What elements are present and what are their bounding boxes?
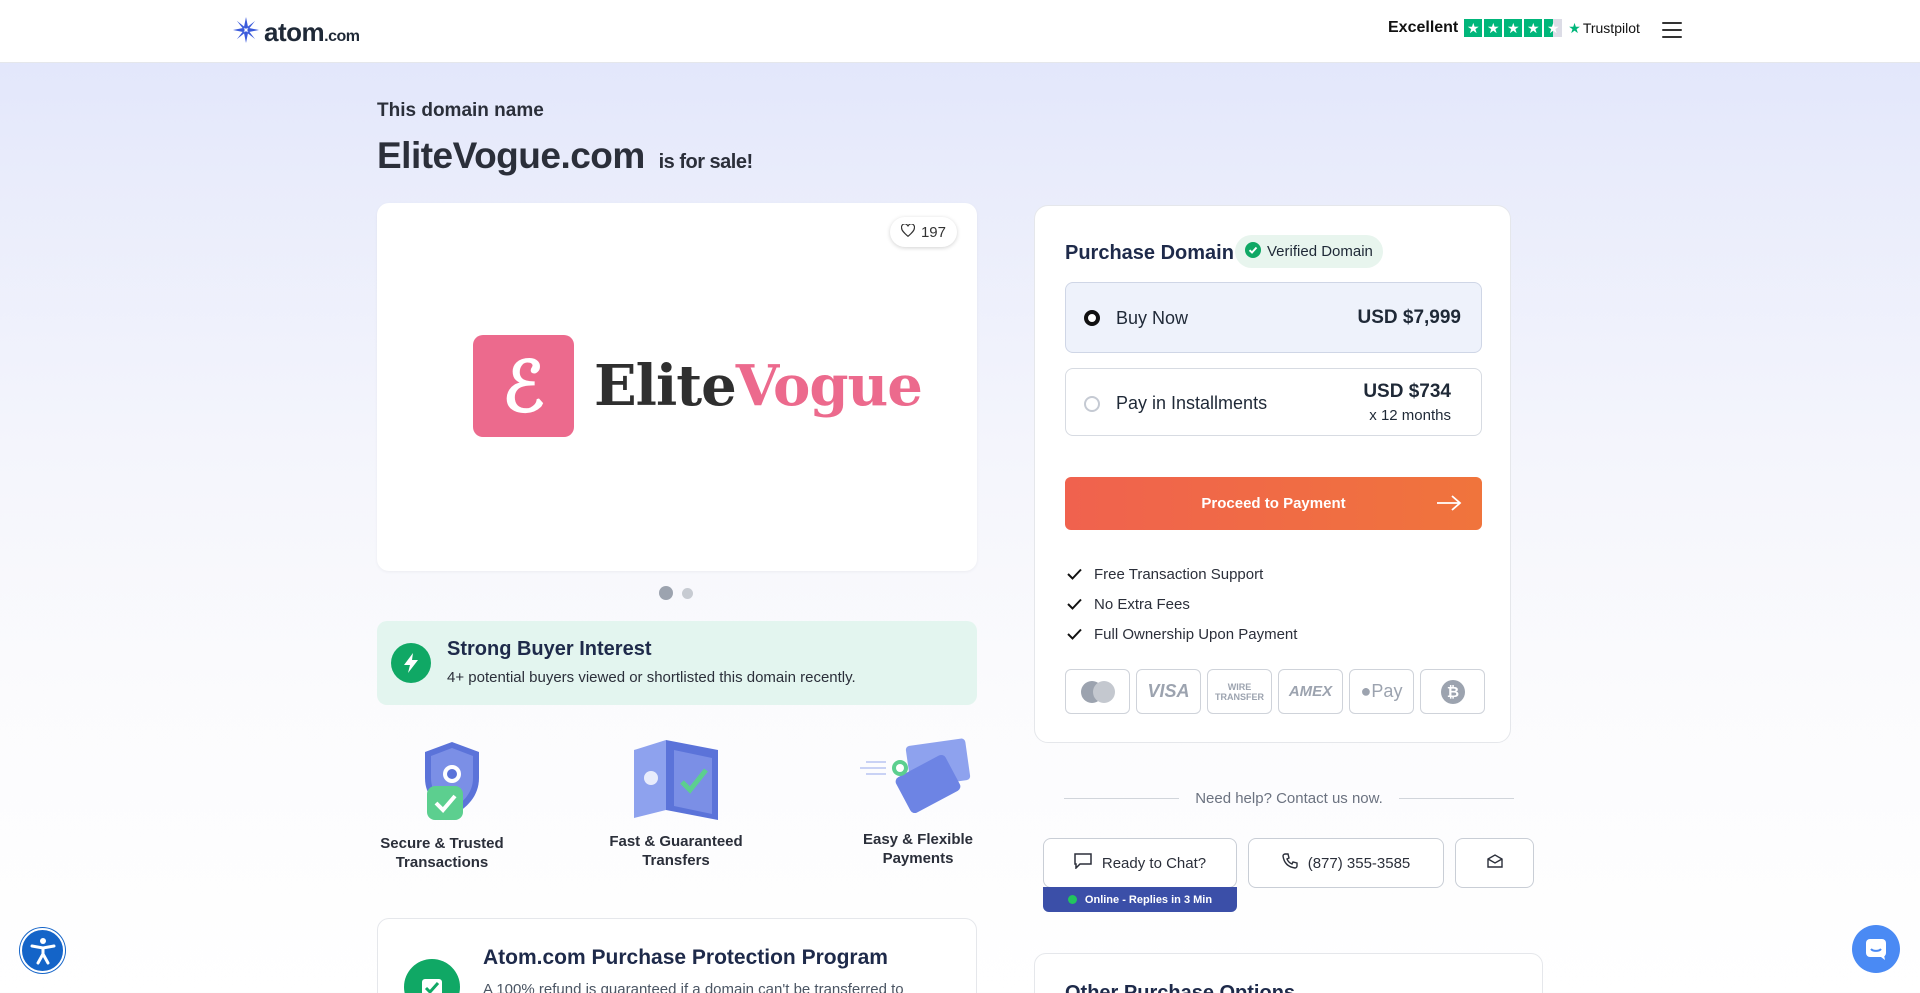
feature-secure-line2: Transactions [395,854,489,871]
benefit-item: Full Ownership Upon Payment [1067,619,1297,649]
help-divider: Need help? Contact us now. [1064,790,1514,807]
check-icon [1067,598,1082,610]
feature-flexible-line2: Payments [882,850,954,867]
installments-term: x 12 months [1369,407,1451,424]
feature-fast-line1: Fast & Guaranteed [609,833,743,850]
carousel-dots [659,586,693,600]
hamburger-menu-icon[interactable] [1662,22,1682,38]
arrow-right-icon [1436,493,1462,517]
feature-flexible: Easy & Flexible Payments [852,738,984,868]
lightning-icon [391,643,431,683]
buy-now-label: Buy Now [1116,308,1189,328]
heart-icon [900,222,915,241]
option-buy-now[interactable]: Buy Now USD $7,999 [1065,282,1482,353]
buy-now-radio[interactable] [1084,310,1100,326]
interest-text: 4+ potential buyers viewed or shortliste… [447,669,856,686]
installments-label: Pay in Installments [1116,393,1268,413]
star-icon: ★ [1504,19,1523,37]
protection-text: A 100% refund is guaranteed if a domain … [483,981,904,993]
feature-secure-line1: Secure & Trusted [380,835,504,852]
help-text: Need help? Contact us now. [1195,790,1383,807]
check-icon [1067,568,1082,580]
logo-text: atom.com [264,17,360,47]
interest-title: Strong Buyer Interest [447,638,652,660]
atom-logo[interactable]: atom.com [232,16,360,49]
star-icon: ★ [1484,19,1503,37]
bitcoin-icon: ₿ [1420,669,1485,714]
chat-widget-icon [1866,939,1886,960]
other-purchase-options-card: Other Purchase Options [1034,953,1543,993]
cards-illustration-icon [856,738,980,822]
trustpilot-rating-label: Excellent [1388,19,1459,36]
visa-icon: VISA [1136,669,1201,714]
brand-monogram: ℰ [473,335,574,437]
purchase-card: Purchase Domain Verified Domain Buy Now … [1034,205,1511,743]
verified-check-icon [1245,241,1261,262]
shield-illustration-icon [387,738,497,826]
feature-fast-line2: Transfers [642,852,710,869]
other-options-title: Other Purchase Options [1065,982,1296,993]
half-star-icon: ★ [1544,19,1563,37]
trustpilot-widget[interactable]: Excellent ★ ★ ★ ★ ★ ★ Trustpilot [1388,19,1640,37]
apple-icon: ● [1360,681,1372,701]
brand-logo: ℰ EliteVogue [473,335,923,437]
benefit-item: Free Transaction Support [1067,559,1297,589]
star-icon: ★ [1464,19,1483,37]
proceed-to-payment-button[interactable]: Proceed to Payment [1065,477,1482,530]
installments-radio[interactable] [1084,396,1100,412]
online-status-badge: Online - Replies in 3 Min [1043,887,1237,912]
chat-button[interactable]: Ready to Chat? [1043,838,1237,888]
atom-star-icon [232,16,260,49]
domain-logo-gallery: 197 ℰ EliteVogue [377,203,977,571]
star-icon: ★ [1524,19,1543,37]
chat-widget-button[interactable] [1852,925,1900,973]
payment-methods: VISA WIRE TRANSFER AMEX ● Pay ₿ [1065,669,1485,714]
feature-flexible-line1: Easy & Flexible [862,831,974,848]
email-button[interactable] [1455,838,1534,888]
envelope-icon [1486,854,1503,872]
feature-secure: Secure & Trusted Transactions [377,738,507,872]
trustpilot-brand: ★ Trustpilot [1568,19,1640,37]
installments-price: USD $734 [1363,381,1451,402]
for-sale-text: is for sale! [658,151,754,173]
buy-now-price: USD $7,999 [1357,307,1461,328]
verified-badge: Verified Domain [1235,235,1383,268]
chat-bubble-icon [1074,853,1092,873]
benefits-list: Free Transaction Support No Extra Fees F… [1067,559,1297,649]
trustpilot-stars: ★ ★ ★ ★ ★ [1464,19,1563,37]
buyer-interest-banner: Strong Buyer Interest 4+ potential buyer… [377,621,977,705]
online-dot-icon [1067,895,1077,904]
feature-fast: Fast & Guaranteed Transfers [606,738,746,870]
purchase-protection-card: Atom.com Purchase Protection Program A 1… [377,918,977,993]
phone-button[interactable]: (877) 355-3585 [1248,838,1444,888]
top-navbar: atom.com Excellent ★ ★ ★ ★ ★ ★ Trustpilot [0,0,1920,63]
benefit-item: No Extra Fees [1067,589,1297,619]
mastercard-icon [1065,669,1130,714]
amex-icon: AMEX [1278,669,1343,714]
accessibility-button[interactable] [20,928,65,973]
option-installments[interactable]: Pay in Installments USD $734 x 12 months [1065,368,1482,436]
like-count: 197 [920,223,946,241]
check-icon [1067,628,1082,640]
page-title: EliteVogue.com is for sale! [377,135,753,177]
carousel-dot-active[interactable] [659,586,673,600]
trustpilot-star-icon: ★ [1568,19,1581,36]
wire-transfer-icon: WIRE TRANSFER [1207,669,1272,714]
brand-wordmark: EliteVogue [594,353,923,419]
headline-subtitle: This domain name [377,100,544,121]
transfer-illustration-icon [626,738,726,824]
apple-pay-icon: ● Pay [1349,669,1414,714]
purchase-title: Purchase Domain [1065,242,1234,264]
like-button[interactable]: 197 [889,217,957,247]
carousel-dot[interactable] [682,587,693,599]
domain-name: EliteVogue.com [377,135,645,176]
protection-title: Atom.com Purchase Protection Program [483,946,888,969]
accessibility-icon [30,937,55,964]
phone-icon [1282,853,1298,873]
protection-check-icon [404,959,460,993]
svg-text:₿: ₿ [1446,683,1458,701]
